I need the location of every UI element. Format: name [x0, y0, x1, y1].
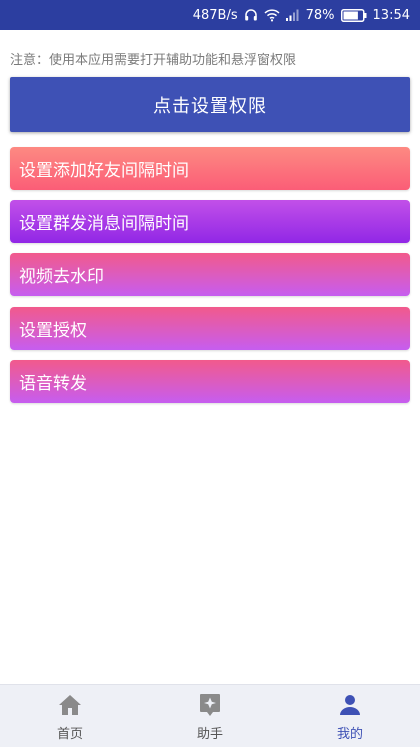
- voice-forward-button[interactable]: 语音转发: [10, 360, 410, 403]
- group-message-interval-button[interactable]: 设置群发消息间隔时间: [10, 200, 410, 243]
- status-bar: 487B/s 78% 13:54: [0, 0, 420, 30]
- person-icon: [339, 693, 361, 717]
- nav-assistant-label: 助手: [196, 726, 223, 742]
- nav-mine[interactable]: 我的: [280, 685, 420, 747]
- video-watermark-removal-button[interactable]: 视频去水印: [10, 253, 410, 296]
- add-friend-interval-button[interactable]: 设置添加好友间隔时间: [10, 147, 410, 190]
- permission-notice: 注意：使用本应用需要打开辅助功能和悬浮窗权限: [10, 53, 297, 68]
- nav-home[interactable]: 首页: [0, 685, 140, 747]
- assistant-icon: [199, 693, 221, 717]
- headphone-icon: [244, 8, 258, 22]
- net-speed: 487B/s: [192, 7, 238, 23]
- nav-mine-label: 我的: [336, 726, 363, 742]
- battery-icon: [340, 8, 367, 22]
- signal-icon: [285, 9, 300, 21]
- clock: 13:54: [372, 7, 410, 23]
- battery-percent: 78%: [305, 7, 335, 23]
- set-permissions-button[interactable]: 点击设置权限: [10, 77, 410, 132]
- nav-assistant[interactable]: 助手: [140, 685, 280, 747]
- bottom-nav: 首页 助手 我的: [0, 684, 420, 747]
- wifi-icon: [264, 8, 280, 22]
- home-icon: [58, 693, 82, 717]
- set-authorization-button[interactable]: 设置授权: [10, 307, 410, 350]
- nav-home-label: 首页: [56, 726, 83, 742]
